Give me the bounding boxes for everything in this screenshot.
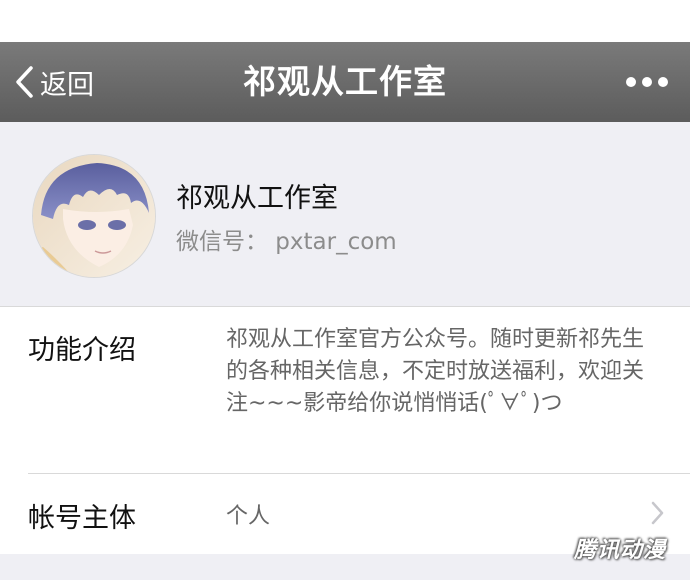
intro-text: 祁观从工作室官方公众号。随时更新祁先生的各种相关信息，不定时放送福利，欢迎关注~…	[226, 327, 645, 416]
wechat-id: 微信号： pxtar_com	[176, 229, 397, 255]
more-dots-icon	[626, 77, 636, 87]
profile-section: 祁观从工作室 微信号： pxtar_com	[0, 122, 690, 306]
account-value: 个人	[226, 504, 271, 529]
profile-name: 祁观从工作室	[176, 183, 338, 214]
watermark-logo: 腾讯动漫	[573, 538, 666, 563]
navigation-bar: 返回 祁观从工作室	[0, 42, 690, 122]
intro-label: 功能介绍	[28, 335, 136, 366]
divider	[0, 306, 690, 307]
avatar[interactable]	[32, 154, 156, 278]
account-label: 帐号主体	[28, 503, 136, 534]
status-area	[0, 0, 690, 42]
more-button[interactable]	[620, 42, 668, 122]
chevron-right-icon	[650, 500, 664, 526]
page-title: 祁观从工作室	[243, 62, 447, 101]
